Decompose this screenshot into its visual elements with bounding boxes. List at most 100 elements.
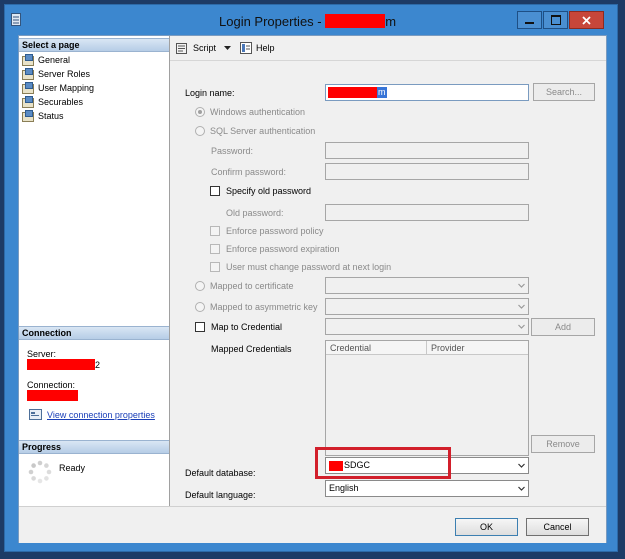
enforce-expiration-label: Enforce password expiration bbox=[226, 244, 340, 254]
default-language-combo[interactable]: English bbox=[325, 480, 529, 497]
ok-button[interactable]: OK bbox=[455, 518, 518, 536]
default-language-label: Default language: bbox=[185, 490, 256, 500]
provider-column-header[interactable]: Provider bbox=[427, 341, 528, 355]
app-icon bbox=[11, 13, 21, 26]
sql-auth-label: SQL Server authentication bbox=[210, 126, 316, 136]
page-user-mapping[interactable]: User Mapping bbox=[22, 81, 94, 94]
page-icon bbox=[22, 96, 34, 108]
must-change-checkbox[interactable] bbox=[210, 262, 220, 272]
confirm-password-label: Confirm password: bbox=[211, 167, 287, 177]
default-database-label: Default database: bbox=[185, 468, 256, 478]
toolbar: Script Help bbox=[170, 36, 606, 61]
select-page-header: Select a page bbox=[19, 38, 169, 52]
login-name-input[interactable]: m bbox=[325, 84, 529, 101]
redacted-login-value bbox=[328, 87, 377, 98]
login-properties-window: Login Properties - m Select a page Gener… bbox=[4, 4, 618, 552]
confirm-password-input[interactable] bbox=[325, 163, 529, 180]
chevron-down-icon bbox=[518, 324, 525, 329]
credential-column-header[interactable]: Credential bbox=[326, 341, 427, 355]
old-password-input[interactable] bbox=[325, 204, 529, 221]
windows-auth-label: Windows authentication bbox=[210, 107, 306, 117]
login-name-label: Login name: bbox=[185, 88, 235, 98]
minimize-icon bbox=[525, 22, 534, 24]
page-general[interactable]: General bbox=[22, 53, 70, 66]
dialog-client: Select a page General Server Roles User … bbox=[18, 35, 607, 543]
chevron-down-icon bbox=[518, 463, 525, 468]
window-title-prefix: Login Properties - bbox=[219, 14, 326, 29]
search-button[interactable]: Search... bbox=[533, 83, 595, 101]
chevron-down-icon bbox=[518, 486, 525, 491]
page-icon bbox=[22, 82, 34, 94]
properties-icon bbox=[29, 409, 42, 420]
chevron-down-icon bbox=[518, 304, 525, 309]
view-connection-properties-link[interactable]: View connection properties bbox=[29, 409, 155, 420]
progress-status: Ready bbox=[59, 463, 86, 473]
page-label: Securables bbox=[38, 96, 84, 107]
close-icon bbox=[582, 15, 591, 25]
connection-header: Connection bbox=[19, 326, 169, 340]
mapped-asym-radio[interactable] bbox=[195, 302, 205, 312]
window-title-suffix: m bbox=[385, 14, 397, 29]
password-label: Password: bbox=[211, 146, 254, 156]
mapped-asym-label: Mapped to asymmetric key bbox=[210, 302, 318, 312]
page-label: Status bbox=[38, 110, 64, 121]
credential-combo[interactable] bbox=[325, 318, 529, 335]
mapped-credentials-label: Mapped Credentials bbox=[211, 344, 292, 354]
progress-header: Progress bbox=[19, 440, 169, 454]
chevron-down-icon[interactable] bbox=[224, 45, 232, 51]
remove-button[interactable]: Remove bbox=[531, 435, 595, 453]
redacted-server bbox=[27, 359, 95, 370]
close-button[interactable] bbox=[569, 11, 604, 29]
page-status[interactable]: Status bbox=[22, 109, 64, 122]
login-name-suffix: m bbox=[377, 87, 387, 98]
title-bar[interactable]: Login Properties - m bbox=[5, 5, 617, 37]
help-button[interactable]: Help bbox=[240, 42, 275, 54]
mapped-cert-label: Mapped to certificate bbox=[210, 281, 294, 291]
map-credential-label: Map to Credential bbox=[211, 322, 283, 332]
page-securables[interactable]: Securables bbox=[22, 95, 83, 108]
script-button[interactable]: Script bbox=[176, 42, 232, 54]
dialog-footer: OK Cancel bbox=[19, 506, 606, 543]
maximize-button[interactable] bbox=[543, 11, 568, 29]
view-connection-link-text: View connection properties bbox=[47, 409, 155, 420]
map-credential-checkbox[interactable] bbox=[195, 322, 205, 332]
server-label: Server: bbox=[27, 349, 57, 359]
asymmetric-key-combo[interactable] bbox=[325, 298, 529, 315]
help-label: Help bbox=[256, 43, 275, 53]
password-input[interactable] bbox=[325, 142, 529, 159]
script-label: Script bbox=[193, 43, 217, 53]
mapped-credentials-grid[interactable]: Credential Provider bbox=[325, 340, 529, 456]
enforce-policy-checkbox[interactable] bbox=[210, 226, 220, 236]
default-language-value: English bbox=[329, 483, 359, 493]
redacted-login-name bbox=[325, 14, 386, 28]
mapped-cert-radio[interactable] bbox=[195, 281, 205, 291]
page-label: Server Roles bbox=[38, 68, 91, 79]
must-change-label: User must change password at next login bbox=[226, 262, 392, 272]
old-password-label: Old password: bbox=[226, 208, 284, 218]
help-icon bbox=[240, 42, 252, 54]
progress-spinner-icon bbox=[28, 460, 52, 484]
chevron-down-icon bbox=[518, 283, 525, 288]
specify-old-password-label: Specify old password bbox=[226, 186, 312, 196]
default-database-highlight bbox=[315, 447, 451, 479]
page-icon bbox=[22, 54, 34, 66]
windows-auth-radio[interactable] bbox=[195, 107, 205, 117]
add-button[interactable]: Add bbox=[531, 318, 595, 336]
connection-label: Connection: bbox=[27, 380, 76, 390]
left-panel: Select a page General Server Roles User … bbox=[19, 36, 170, 506]
specify-old-password-checkbox[interactable] bbox=[210, 186, 220, 196]
page-icon bbox=[22, 110, 34, 122]
window-title: Login Properties - m bbox=[219, 14, 396, 29]
sql-auth-radio[interactable] bbox=[195, 126, 205, 136]
minimize-button[interactable] bbox=[517, 11, 542, 29]
certificate-combo[interactable] bbox=[325, 277, 529, 294]
maximize-icon bbox=[550, 15, 561, 25]
page-server-roles[interactable]: Server Roles bbox=[22, 67, 90, 80]
general-page: Script Help Login name: m Search... Wind… bbox=[170, 36, 606, 506]
redacted-connection bbox=[27, 390, 78, 401]
enforce-expiration-checkbox[interactable] bbox=[210, 244, 220, 254]
server-suffix: 2 bbox=[95, 360, 101, 370]
cancel-button[interactable]: Cancel bbox=[526, 518, 589, 536]
script-icon bbox=[176, 43, 187, 54]
page-icon bbox=[22, 68, 34, 80]
